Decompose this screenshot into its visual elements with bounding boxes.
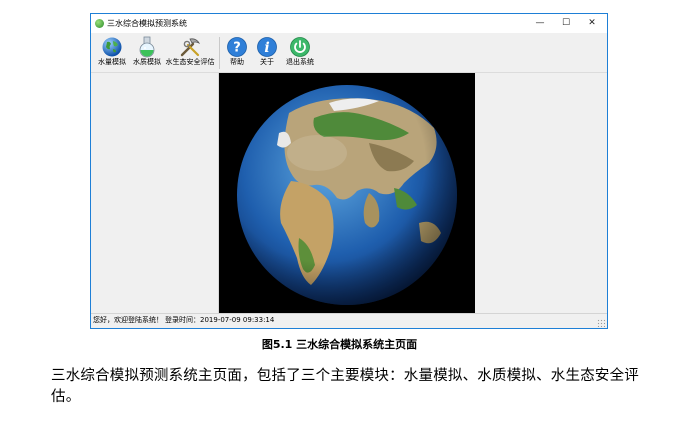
tool-label: 水生态安全评估: [165, 58, 215, 66]
toolbar: 水量模拟 水质模拟 水生态安全评估 ? 帮助 i 关于 退出系统: [91, 33, 607, 73]
water-quantity-button[interactable]: 水量模拟: [94, 34, 130, 70]
earth-viewer[interactable]: [219, 73, 475, 315]
maximize-button[interactable]: ☐: [553, 14, 579, 33]
eco-safety-button[interactable]: 水生态安全评估: [164, 34, 216, 70]
title-bar[interactable]: 三水综合模拟预测系统 — ☐ ✕: [91, 14, 607, 33]
svg-text:?: ?: [233, 41, 241, 56]
window-title: 三水综合模拟预测系统: [107, 19, 187, 28]
app-icon: [95, 19, 104, 28]
globe-icon: [102, 37, 122, 57]
close-button[interactable]: ✕: [579, 14, 605, 33]
body-paragraph: 三水综合模拟预测系统主页面，包括了三个主要模块：水量模拟、水质模拟、水生态安全评…: [51, 368, 639, 405]
status-login-time: 登录时间：2019-07-09 09:33:14: [165, 316, 275, 324]
flask-icon: [139, 36, 155, 58]
resize-grip[interactable]: [597, 319, 605, 327]
tool-label: 水质模拟: [133, 58, 161, 66]
tool-label: 关于: [260, 58, 274, 66]
left-panel: [91, 73, 219, 315]
tool-label: 帮助: [230, 58, 244, 66]
svg-text:i: i: [264, 40, 269, 56]
info-icon: i: [257, 37, 277, 57]
water-quality-button[interactable]: 水质模拟: [130, 34, 164, 70]
right-panel: [475, 73, 607, 315]
earth-globe-image: [237, 85, 457, 305]
app-window: 三水综合模拟预测系统 — ☐ ✕ 水量模拟 水质模拟 水生态安全评估 ? 帮助 …: [90, 13, 608, 329]
figure-caption: 图5.1 三水综合模拟系统主页面: [261, 338, 418, 351]
status-bar: 您好，欢迎登陆系统！ 登录时间：2019-07-09 09:33:14: [91, 313, 607, 328]
tool-label: 退出系统: [286, 58, 314, 66]
help-button[interactable]: ? 帮助: [224, 34, 250, 70]
help-icon: ?: [227, 37, 247, 57]
minimize-button[interactable]: —: [527, 14, 553, 33]
status-greeting: 您好，欢迎登陆系统！: [93, 316, 163, 324]
toolbar-divider: [219, 37, 220, 69]
about-button[interactable]: i 关于: [254, 34, 280, 70]
tools-icon: [180, 38, 201, 57]
exit-button[interactable]: 退出系统: [284, 34, 316, 70]
power-icon: [290, 37, 310, 57]
tool-label: 水量模拟: [98, 58, 126, 66]
